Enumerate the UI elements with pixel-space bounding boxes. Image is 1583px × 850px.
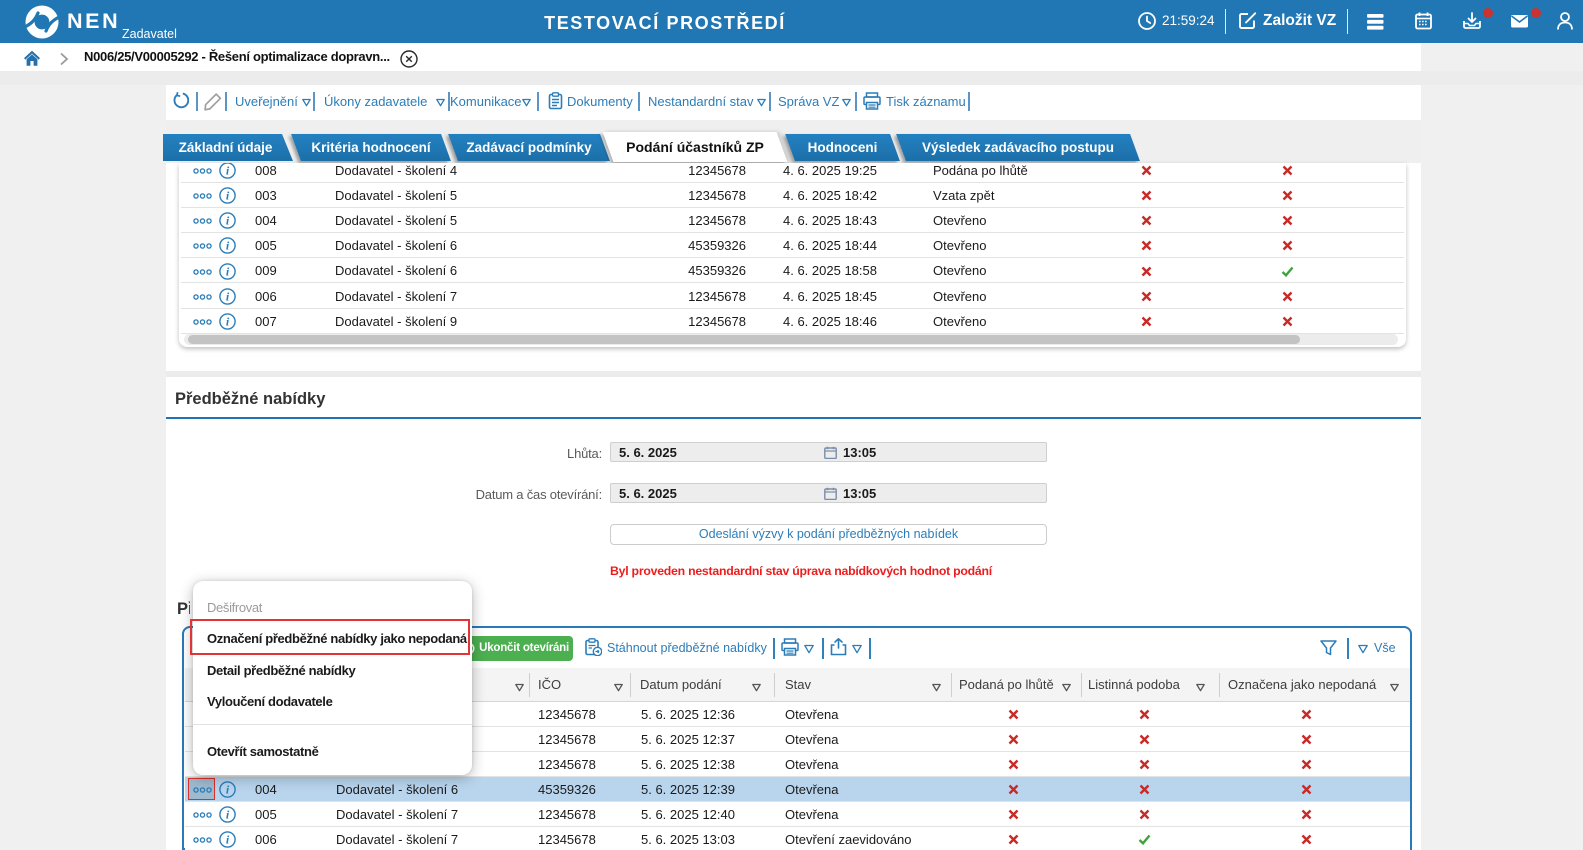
svg-text:i: i xyxy=(226,833,230,847)
svg-text:i: i xyxy=(226,188,230,202)
svg-text:i: i xyxy=(226,783,230,797)
svg-text:i: i xyxy=(226,239,230,253)
svg-text:i: i xyxy=(226,214,230,228)
svg-text:i: i xyxy=(226,289,230,303)
svg-text:i: i xyxy=(226,314,230,328)
svg-text:i: i xyxy=(226,264,230,278)
svg-text:i: i xyxy=(226,163,230,177)
svg-text:i: i xyxy=(226,808,230,822)
